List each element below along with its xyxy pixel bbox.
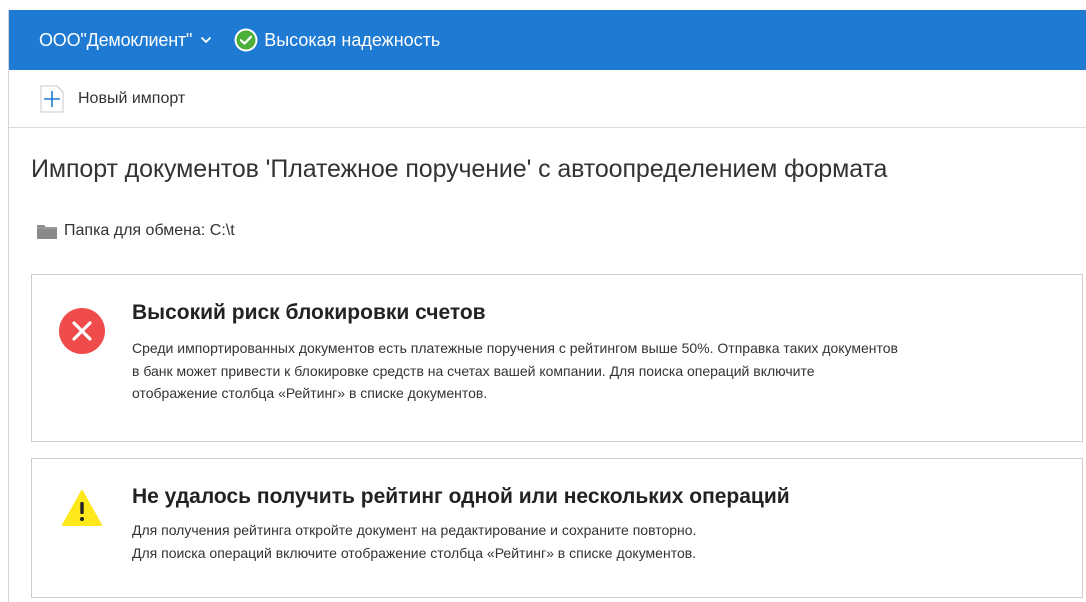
error-alert-line: в банк может привести к блокировке средс… bbox=[132, 362, 815, 379]
warning-alert-line: Для поиска операций включите отображение… bbox=[132, 544, 697, 561]
top-bar: ООО"Демоклиент" Высокая надежность bbox=[9, 10, 1086, 70]
chevron-down-icon bbox=[201, 36, 212, 44]
warning-triangle-icon bbox=[62, 490, 102, 526]
new-import-button[interactable]: Новый импорт bbox=[40, 85, 185, 113]
exchange-folder: Папка для обмена: C:\t bbox=[37, 222, 235, 240]
warning-alert-line: Для получения рейтинга откройте документ… bbox=[132, 522, 697, 538]
folder-icon bbox=[37, 225, 57, 239]
error-alert-title: Высокий риск блокировки счетов bbox=[132, 301, 486, 324]
error-alert-line: отображение столбца «Рейтинг» в списке д… bbox=[132, 385, 488, 401]
app-window: ООО"Демоклиент" Высокая надежность Новый… bbox=[8, 10, 1086, 602]
error-alert: Высокий риск блокировки счетов Среди имп… bbox=[31, 274, 1083, 442]
new-import-label: Новый импорт bbox=[78, 89, 186, 107]
warning-alert-title: Не удалось получить рейтинг одной или не… bbox=[132, 485, 790, 508]
error-alert-line: Среди импортированных документов есть пл… bbox=[132, 340, 898, 356]
warning-alert-text: Для получения рейтинга откройте документ… bbox=[132, 519, 1067, 564]
warning-alert: Не удалось получить рейтинг одной или не… bbox=[31, 458, 1083, 598]
reliability-status: Высокая надежность bbox=[234, 28, 440, 52]
reliability-label: Высокая надежность bbox=[264, 29, 441, 50]
toolbar: Новый импорт bbox=[9, 70, 1086, 128]
check-circle-icon bbox=[234, 28, 258, 52]
new-document-icon bbox=[40, 85, 64, 112]
page-title: Импорт документов 'Платежное поручение' … bbox=[31, 155, 888, 183]
error-circle-icon bbox=[59, 308, 105, 354]
organization-selector[interactable]: ООО"Демоклиент" bbox=[39, 30, 212, 51]
organization-name: ООО"Демоклиент" bbox=[39, 29, 193, 50]
error-alert-text: Среди импортированных документов есть пл… bbox=[132, 337, 1067, 405]
folder-path-label: Папка для обмена: C:\t bbox=[64, 222, 235, 239]
